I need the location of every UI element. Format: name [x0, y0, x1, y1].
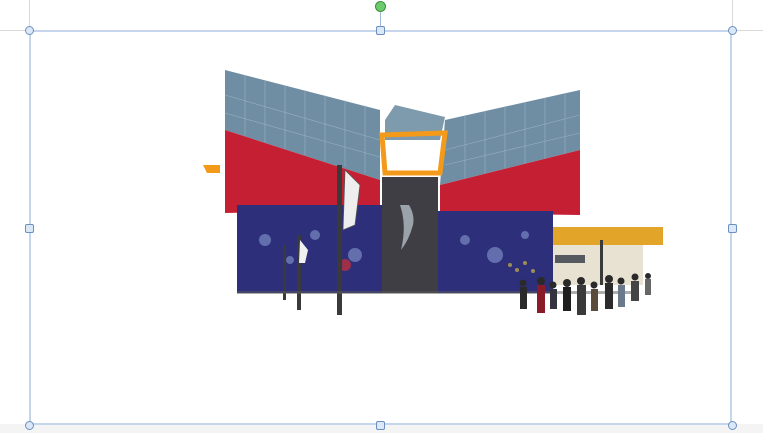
lamp-post-right [600, 240, 603, 285]
resize-handle-bottom-center[interactable] [376, 421, 385, 430]
resize-handle-top-center[interactable] [376, 26, 385, 35]
resize-handle-top-right[interactable] [728, 26, 737, 35]
resize-handle-top-left[interactable] [25, 26, 34, 35]
side-building-window [555, 255, 585, 263]
rotate-handle[interactable] [375, 1, 386, 12]
resize-handle-bottom-left[interactable] [25, 421, 34, 430]
orange-bracket-left [203, 165, 220, 173]
building-picture[interactable] [195, 65, 665, 335]
central-tower [382, 177, 438, 293]
blue-wall-left [237, 205, 382, 293]
resize-handle-middle-right[interactable] [728, 224, 737, 233]
side-building-wall [553, 245, 643, 285]
resize-handle-middle-left[interactable] [25, 224, 34, 233]
resize-handle-bottom-right[interactable] [728, 421, 737, 430]
side-building-roof [553, 227, 663, 245]
